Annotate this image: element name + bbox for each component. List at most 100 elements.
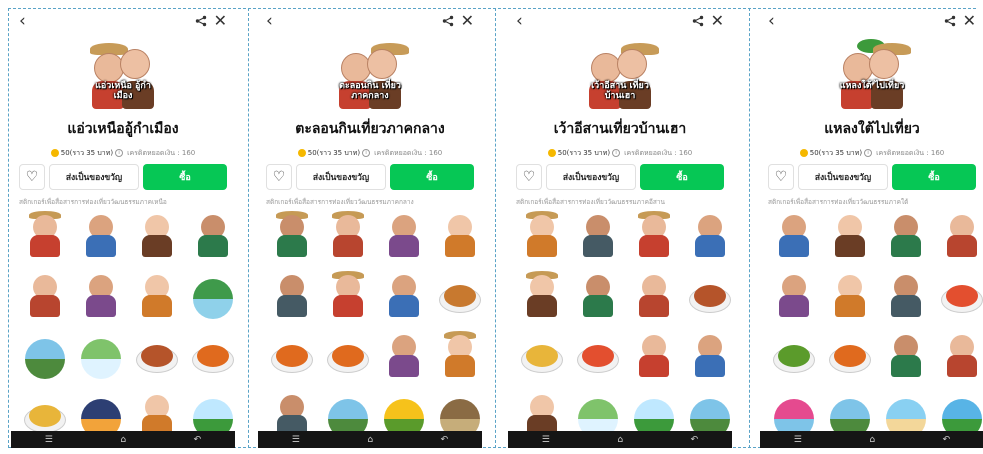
back-arrow-icon[interactable]: ‹ [516,12,523,30]
sticker-item[interactable] [21,271,69,327]
pack-description: สติกเกอร์เพื่อสื่อสารการท่องเที่ยววัฒนธร… [516,198,665,206]
sticker-item[interactable] [882,271,930,327]
sticker-item[interactable] [324,331,372,387]
sticker-item[interactable] [686,271,732,327]
sticker-item[interactable] [77,271,125,327]
sticker-item[interactable] [380,211,428,267]
sticker-item[interactable] [380,331,428,387]
sticker-item[interactable] [882,331,930,387]
sticker-item[interactable] [770,331,818,387]
send-gift-button[interactable]: ส่งเป็นของขวัญ [49,164,139,190]
sticker-item[interactable] [268,271,316,327]
menu-icon[interactable]: ☰ [542,435,550,445]
android-navigation-bar: ☰ ⌂ ↶ [760,431,983,448]
close-icon[interactable]: ✕ [461,12,474,30]
close-icon[interactable]: ✕ [711,12,724,30]
sticker-item[interactable] [826,331,874,387]
dish-icon [526,345,558,367]
menu-icon[interactable]: ☰ [292,435,300,445]
sticker-item[interactable] [21,331,69,387]
sticker-item[interactable] [324,211,372,267]
sticker-item[interactable] [133,331,181,387]
buy-button[interactable]: ซื้อ [892,164,976,190]
sticker-item[interactable] [77,331,125,387]
sticker-item[interactable] [938,271,983,327]
sticker-item[interactable] [77,211,125,267]
sticker-item[interactable] [518,271,566,327]
buy-button[interactable]: ซื้อ [143,164,227,190]
action-row: ♡ ส่งเป็นของขวัญ ซื้อ [768,164,976,190]
sticker-item[interactable] [574,331,622,387]
dish-icon [141,345,173,367]
back-arrow-icon[interactable]: ‹ [19,12,26,30]
top-bar: ‹ ✕ [258,9,482,35]
share-icon[interactable] [944,15,956,27]
send-gift-button[interactable]: ส่งเป็นของขวัญ [296,164,386,190]
share-icon[interactable] [195,15,207,27]
home-icon[interactable]: ⌂ [367,435,373,445]
back-arrow-icon[interactable]: ‹ [768,12,775,30]
sticker-item[interactable] [770,211,818,267]
info-icon[interactable]: i [115,149,124,157]
sticker-item[interactable] [518,211,566,267]
close-icon[interactable]: ✕ [214,12,227,30]
info-icon[interactable]: i [864,149,873,157]
favorite-button[interactable]: ♡ [266,164,292,190]
info-icon[interactable]: i [612,149,621,157]
sticker-item[interactable] [189,211,235,267]
sticker-pack-cover: ตะลอนกิน เที่ยวภาคกลาง [331,43,409,113]
sticker-item[interactable] [324,271,372,327]
sticker-item[interactable] [133,271,181,327]
sticker-item[interactable] [630,331,678,387]
back-nav-icon[interactable]: ↶ [943,435,951,445]
back-arrow-icon[interactable]: ‹ [266,12,273,30]
sticker-item[interactable] [686,331,732,387]
sticker-item[interactable] [518,331,566,387]
character-body [695,235,725,257]
menu-icon[interactable]: ☰ [794,435,802,445]
sticker-item[interactable] [826,211,874,267]
sticker-item[interactable] [770,271,818,327]
sticker-item[interactable] [268,211,316,267]
sticker-item[interactable] [436,331,482,387]
back-nav-icon[interactable]: ↶ [691,435,699,445]
sticker-item[interactable] [189,331,235,387]
sticker-item[interactable] [882,211,930,267]
sticker-item[interactable] [436,271,482,327]
sticker-item[interactable] [189,271,235,327]
home-icon[interactable]: ⌂ [617,435,623,445]
send-gift-button[interactable]: ส่งเป็นของขวัญ [798,164,888,190]
sticker-item[interactable] [574,211,622,267]
share-icon[interactable] [692,15,704,27]
sticker-item[interactable] [630,211,678,267]
sticker-item[interactable] [574,271,622,327]
back-nav-icon[interactable]: ↶ [441,435,449,445]
favorite-button[interactable]: ♡ [19,164,45,190]
info-icon[interactable]: i [362,149,371,157]
sticker-item[interactable] [686,211,732,267]
sticker-item[interactable] [268,331,316,387]
sticker-item[interactable] [380,271,428,327]
sticker-item[interactable] [133,211,181,267]
buy-button[interactable]: ซื้อ [390,164,474,190]
sticker-shop-panel: ‹ ✕ แหลงใต้ ไปเที่ยว แหลงใต้ไปเที่ยว 50(… [760,9,983,448]
sticker-item[interactable] [436,211,482,267]
favorite-button[interactable]: ♡ [768,164,794,190]
menu-icon[interactable]: ☰ [45,435,53,445]
sticker-item[interactable] [938,211,983,267]
coin-icon [50,149,59,157]
back-nav-icon[interactable]: ↶ [194,435,202,445]
home-icon[interactable]: ⌂ [120,435,126,445]
character-body [891,355,921,377]
favorite-button[interactable]: ♡ [516,164,542,190]
home-icon[interactable]: ⌂ [869,435,875,445]
send-gift-button[interactable]: ส่งเป็นของขวัญ [546,164,636,190]
sticker-item[interactable] [21,211,69,267]
share-icon[interactable] [442,15,454,27]
sticker-item[interactable] [630,271,678,327]
sticker-item[interactable] [938,331,983,387]
character-face [869,49,899,79]
buy-button[interactable]: ซื้อ [640,164,724,190]
close-icon[interactable]: ✕ [963,12,976,30]
sticker-item[interactable] [826,271,874,327]
